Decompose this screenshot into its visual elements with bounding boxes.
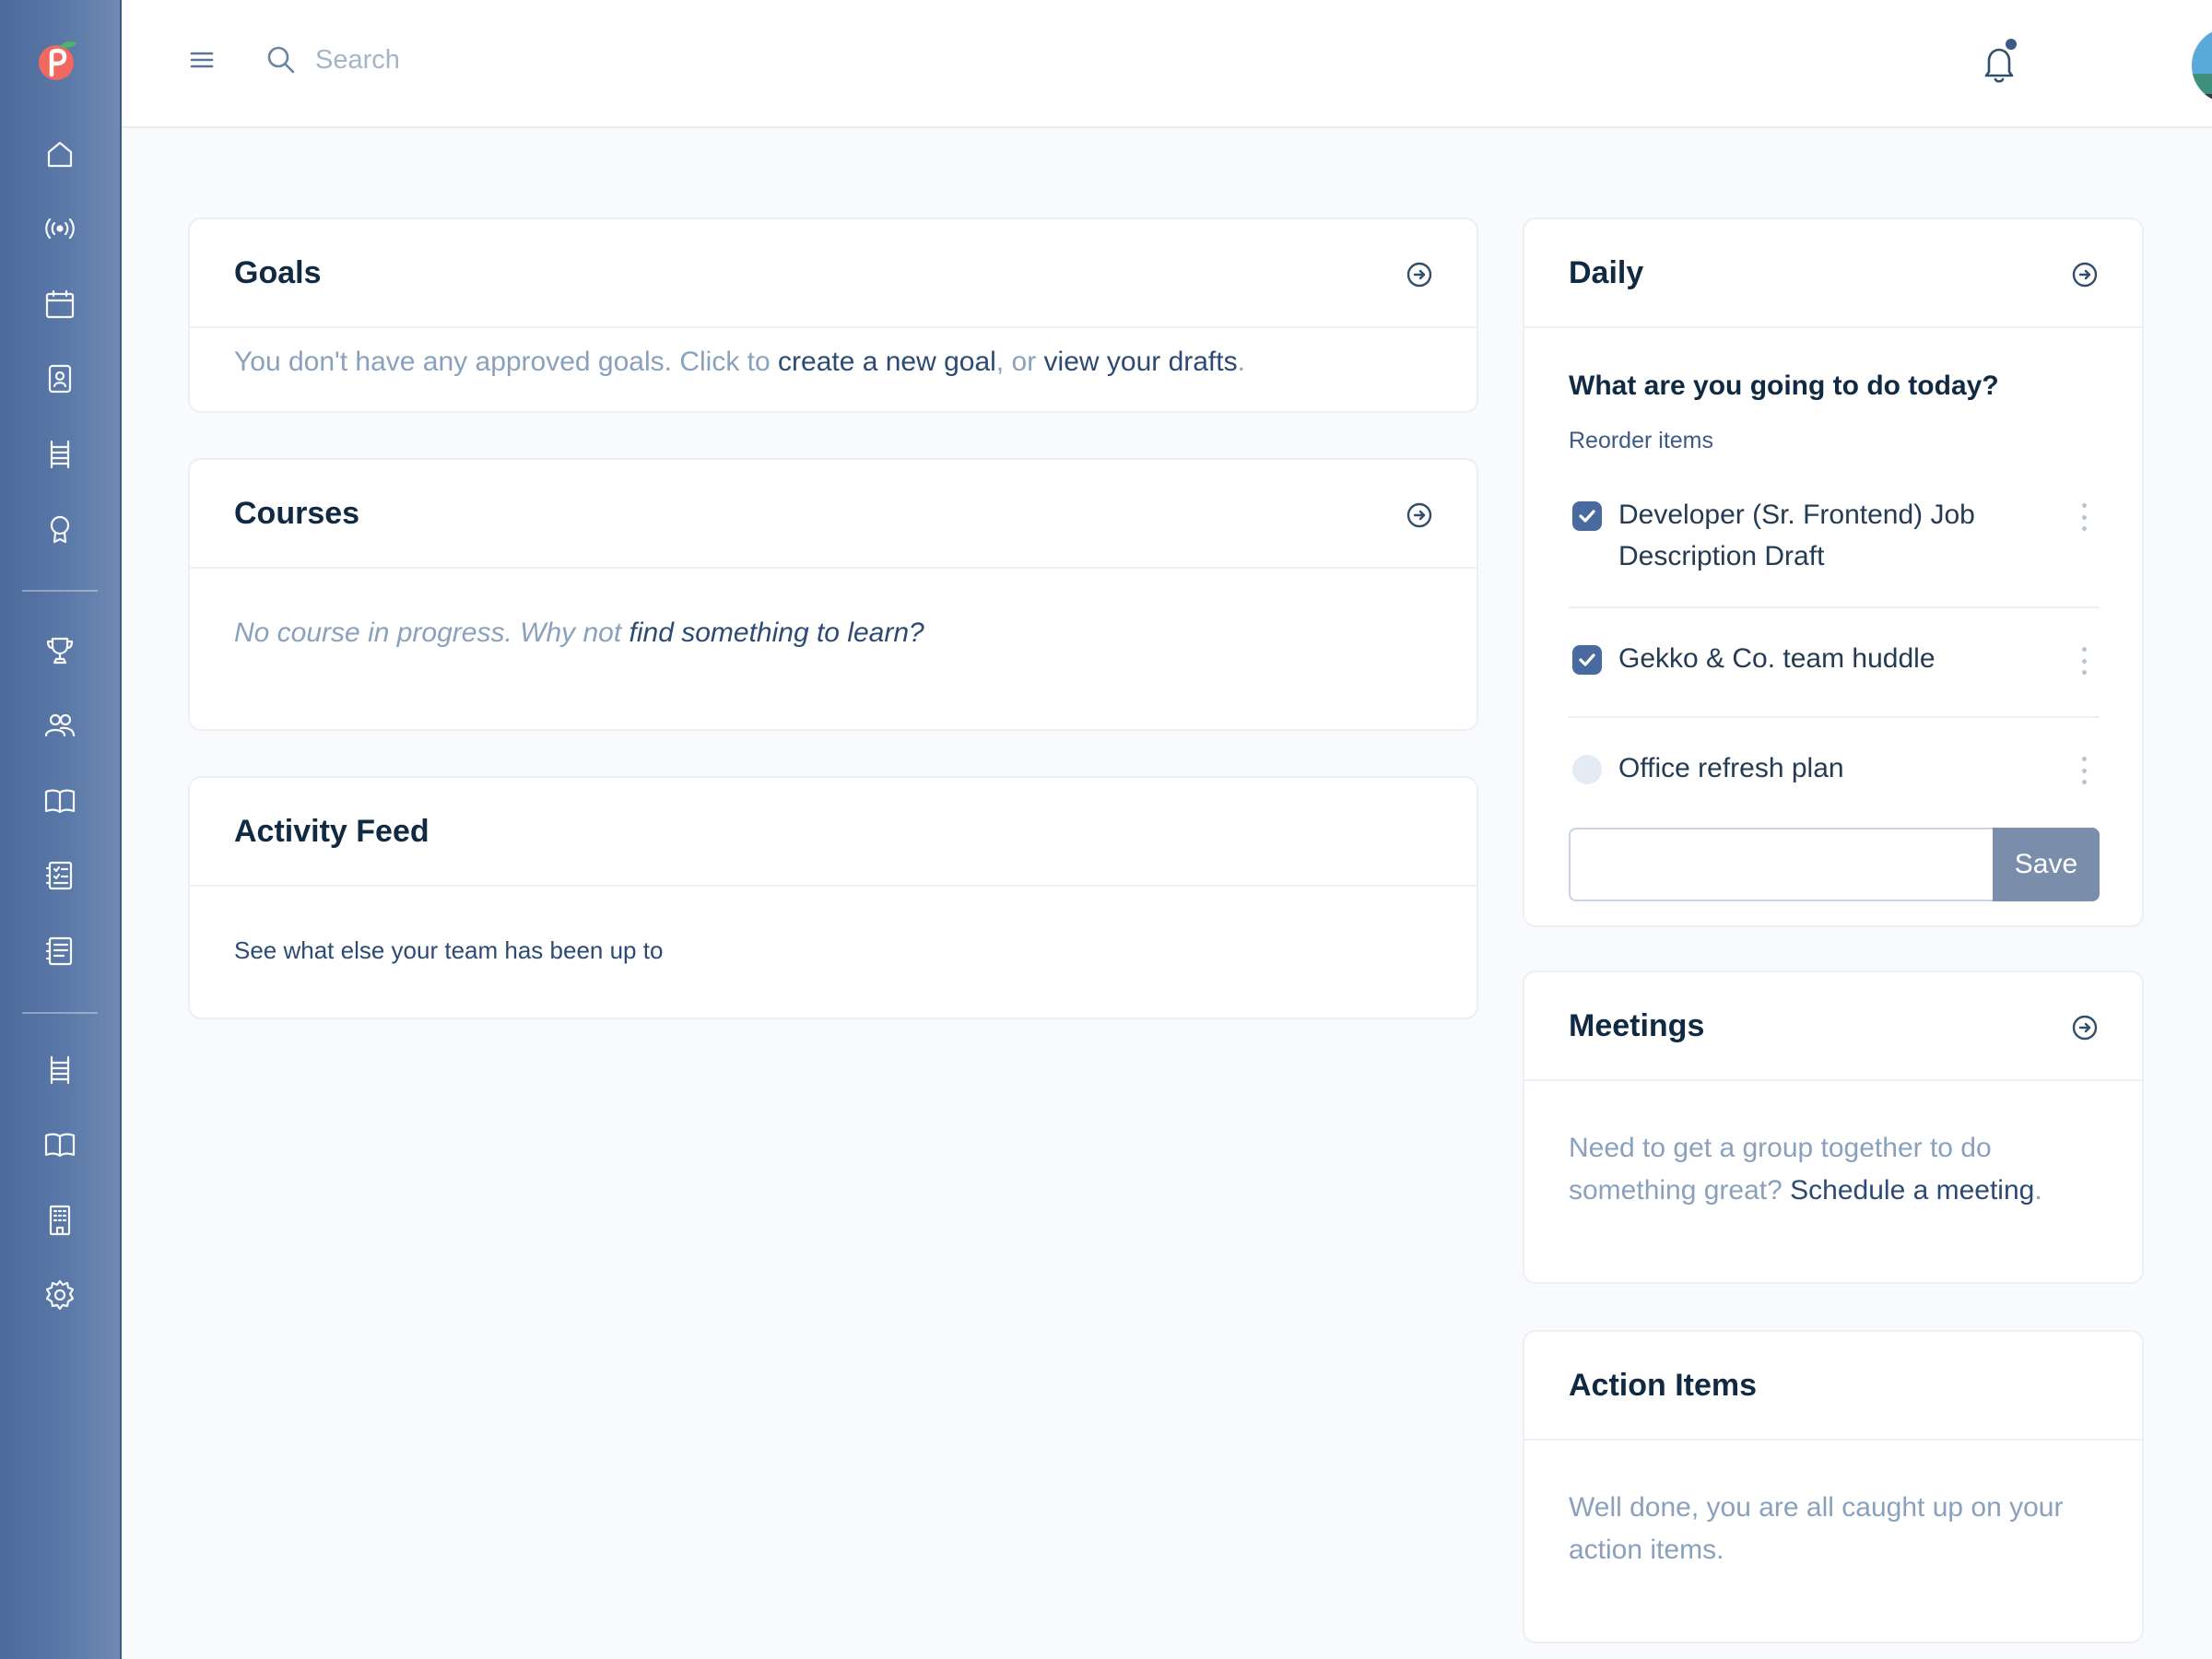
nav-notes-icon[interactable] (39, 930, 81, 972)
nav-book-icon[interactable] (39, 780, 81, 822)
daily-title: Daily (1569, 254, 1644, 290)
daily-task: Office refresh plan (1569, 747, 2100, 794)
action-items-message: Well done, you are all caught up on your… (1569, 1492, 2064, 1565)
task-more-options-icon[interactable] (2079, 647, 2088, 675)
nav-trophy-icon[interactable] (39, 629, 81, 672)
daily-question: What are you going to do today? (1569, 371, 1999, 401)
nav-checklist-icon[interactable] (39, 854, 81, 897)
activity-card-header: Activity Feed (190, 778, 1477, 887)
notification-dot (2006, 39, 2017, 50)
task-label: Office refresh plan (1618, 753, 1844, 783)
meetings-text-end: . (2034, 1175, 2042, 1206)
goals-arrow-right-icon[interactable] (1405, 260, 1434, 289)
action-items-card-header: Action Items (1524, 1332, 2142, 1441)
search-icon (267, 46, 295, 74)
goals-card-header: Goals (190, 219, 1477, 328)
courses-title: Courses (234, 495, 360, 531)
sidebar (0, 0, 122, 1659)
nav-contact-card-icon[interactable] (39, 358, 81, 400)
meetings-arrow-right-icon[interactable] (2070, 1013, 2100, 1042)
meetings-message: Need to get a group together to do somet… (1569, 1127, 2103, 1212)
nav-calendar-icon[interactable] (39, 283, 81, 325)
action-items-title: Action Items (1569, 1367, 1758, 1403)
goals-title: Goals (234, 254, 322, 290)
nav-ladder-icon[interactable] (39, 433, 81, 476)
nav-book-icon[interactable] (39, 1124, 81, 1166)
activity-message[interactable]: See what else your team has been up to (234, 936, 663, 965)
action-items-card: Action Items Well done, you are all caug… (1523, 1330, 2144, 1643)
goals-card: Goals You don't have any approved goals.… (188, 218, 1478, 413)
task-label: Gekko & Co. team huddle (1618, 643, 1936, 674)
search-bar[interactable] (265, 37, 818, 83)
nav-home-icon[interactable] (39, 133, 81, 175)
nav-award-icon[interactable] (39, 508, 81, 550)
reorder-items-link[interactable]: Reorder items (1569, 428, 1713, 454)
nav-broadcast-icon[interactable] (39, 207, 81, 250)
courses-card: Courses No course in progress. Why not f… (188, 458, 1478, 731)
daily-card: Daily What are you going to do today? Re… (1523, 218, 2144, 927)
goals-message: You don't have any approved goals. Click… (234, 341, 1451, 383)
daily-task: Developer (Sr. Frontend) Job Description… (1569, 494, 2100, 586)
goals-text: You don't have any approved goals. Click… (234, 347, 779, 377)
nav-people-icon[interactable] (39, 704, 81, 747)
courses-card-header: Courses (190, 460, 1477, 569)
daily-arrow-right-icon[interactable] (2070, 260, 2100, 289)
nav-building-icon[interactable] (39, 1199, 81, 1241)
meetings-title: Meetings (1569, 1007, 1705, 1043)
task-divider (1569, 716, 2100, 718)
meetings-card-header: Meetings (1524, 972, 2142, 1081)
top-header (122, 0, 2212, 128)
save-button[interactable]: Save (1993, 828, 2100, 901)
daily-task: Gekko & Co. team huddle (1569, 638, 2100, 684)
task-more-options-icon[interactable] (2079, 503, 2088, 531)
view-drafts-link[interactable]: view your drafts (1044, 347, 1238, 377)
nav-ladder-icon[interactable] (39, 1049, 81, 1091)
courses-text: No course in progress. Why not (234, 618, 629, 648)
goals-text-end: . (1237, 347, 1245, 377)
nav-gear-icon[interactable] (39, 1274, 81, 1316)
sidebar-divider (22, 590, 98, 592)
task-divider (1569, 606, 2100, 608)
hamburger-menu-icon[interactable] (188, 44, 218, 76)
meetings-card: Meetings Need to get a group together to… (1523, 971, 2144, 1284)
task-checkbox-checked[interactable] (1572, 501, 1602, 531)
activity-feed-card: Activity Feed See what else your team ha… (188, 776, 1478, 1019)
sidebar-divider (22, 1012, 98, 1014)
task-more-options-icon[interactable] (2079, 757, 2088, 784)
activity-title: Activity Feed (234, 813, 429, 849)
create-goal-link[interactable]: create a new goal (778, 347, 996, 377)
new-task-input[interactable] (1569, 828, 1993, 901)
schedule-meeting-link[interactable]: Schedule a meeting (1790, 1175, 2034, 1206)
goals-text-middle: , or (995, 347, 1044, 377)
task-checkbox-unchecked[interactable] (1572, 755, 1602, 784)
daily-card-header: Daily (1524, 219, 2142, 328)
search-input[interactable] (315, 44, 776, 76)
courses-arrow-right-icon[interactable] (1405, 500, 1434, 530)
task-label: Developer (Sr. Frontend) Job Description… (1618, 500, 1975, 571)
courses-message: No course in progress. Why not find some… (234, 612, 1451, 654)
user-avatar[interactable] (2192, 28, 2212, 103)
app-logo[interactable] (36, 38, 80, 82)
task-checkbox-checked[interactable] (1572, 645, 1602, 675)
find-learning-link[interactable]: find something to learn? (629, 618, 924, 648)
